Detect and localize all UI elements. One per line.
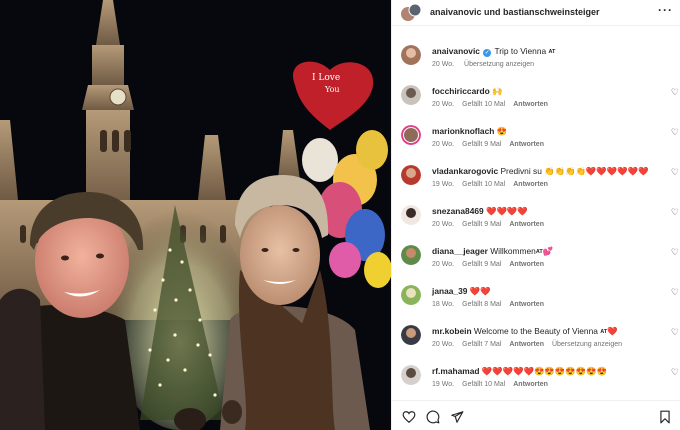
like-count[interactable]: Gefällt 7 Mal bbox=[462, 341, 501, 348]
svg-text:You: You bbox=[324, 85, 340, 94]
comment-text: 😍 bbox=[496, 126, 508, 136]
like-count[interactable]: Gefällt 10 Mal bbox=[462, 381, 505, 388]
comment-time: 20 Wo. bbox=[432, 341, 455, 348]
comment-list[interactable]: anaivanovic ✓ Trip to Vienna AT 20 Wo. Ü… bbox=[392, 32, 680, 392]
heart-icon[interactable]: ♡ bbox=[671, 367, 679, 378]
comment-text: 🙌 bbox=[492, 86, 503, 96]
svg-text:I Love: I Love bbox=[312, 73, 340, 83]
comment-row: janaa_39 ❤️❤️ 18 Wo. Gefällt 8 Mal Antwort… bbox=[392, 278, 680, 318]
heart-icon[interactable]: ♡ bbox=[671, 87, 679, 98]
comment-text-suffix: 💕 bbox=[542, 246, 554, 256]
comment-text: Welcome to the Beauty of Vienna bbox=[473, 326, 598, 336]
comment-text: ❤️❤️ bbox=[469, 286, 491, 296]
country-tag: AT bbox=[535, 249, 543, 255]
action-bar bbox=[392, 400, 680, 430]
avatar[interactable] bbox=[401, 245, 421, 265]
username[interactable]: vladankarogovic bbox=[432, 166, 498, 176]
avatar[interactable] bbox=[401, 165, 421, 185]
like-count[interactable]: Gefällt 8 Mal bbox=[462, 301, 501, 308]
comment-meta: 20 Wo. Übersetzung anzeigen bbox=[432, 61, 542, 68]
username[interactable]: focchiriccardo bbox=[432, 86, 490, 96]
share-icon[interactable] bbox=[450, 410, 464, 424]
heart-icon[interactable]: ♡ bbox=[671, 127, 679, 138]
comment-row: diana__jeager WillkommenAT💕 20 Wo. Gefäll… bbox=[392, 238, 680, 278]
comment-text: Willkommen bbox=[490, 246, 536, 256]
heart-icon[interactable]: ♡ bbox=[671, 327, 679, 338]
caption-text: anaivanovic ✓ Trip to Vienna AT bbox=[432, 46, 555, 57]
reply-button[interactable]: Antworten bbox=[513, 381, 548, 388]
comment-text: Predivni su 👏👏👏👏❤️❤️❤️❤️❤️❤️ bbox=[500, 166, 649, 176]
comment-time: 20 Wo. bbox=[432, 101, 455, 108]
heart-icon[interactable]: ♡ bbox=[671, 247, 679, 258]
post-header: anaivanovic und bastianschweinsteiger ··… bbox=[392, 0, 680, 26]
comment-time: 20 Wo. bbox=[432, 261, 455, 268]
avatar[interactable] bbox=[401, 45, 421, 65]
avatar[interactable] bbox=[401, 125, 421, 145]
username[interactable]: diana__jeager bbox=[432, 246, 488, 256]
username[interactable]: janaa_39 bbox=[432, 286, 467, 296]
username[interactable]: rf.mahamad bbox=[432, 366, 479, 376]
translate-link[interactable]: Übersetzung anzeigen bbox=[464, 61, 534, 68]
heart-icon[interactable]: ♡ bbox=[671, 167, 679, 178]
comment-text: ❤️❤️❤️❤️❤️😍😍😍😍😍😍😍 bbox=[481, 366, 607, 376]
post-image: I Love You bbox=[0, 0, 391, 430]
username[interactable]: anaivanovic bbox=[432, 46, 480, 56]
comment-row: mr.kobein Welcome to the Beauty of Vienn… bbox=[392, 318, 680, 358]
heart-icon[interactable]: ♡ bbox=[671, 287, 679, 298]
username[interactable]: marionknoflach bbox=[432, 126, 494, 136]
reply-button[interactable]: Antworten bbox=[513, 101, 548, 108]
caption-body: Trip to Vienna bbox=[494, 46, 547, 56]
like-count[interactable]: Gefällt 9 Mal bbox=[462, 261, 501, 268]
reply-button[interactable]: Antworten bbox=[509, 261, 544, 268]
comment-row: focchiriccardo 🙌 20 Wo. Gefällt 10 Mal Ant… bbox=[392, 78, 680, 118]
more-horizontal-icon[interactable]: ··· bbox=[658, 3, 673, 17]
comment-time: 19 Wo. bbox=[432, 181, 455, 188]
heart-icon[interactable]: ♡ bbox=[671, 207, 679, 218]
comment-time: 18 Wo. bbox=[432, 301, 455, 308]
like-count[interactable]: Gefällt 10 Mal bbox=[462, 181, 505, 188]
like-count[interactable]: Gefällt 9 Mal bbox=[462, 221, 501, 228]
like-count[interactable]: Gefällt 10 Mal bbox=[462, 101, 505, 108]
comment-time: 20 Wo. bbox=[432, 221, 455, 228]
caption-row: anaivanovic ✓ Trip to Vienna AT 20 Wo. Ü… bbox=[392, 38, 680, 78]
reply-button[interactable]: Antworten bbox=[509, 221, 544, 228]
post-photo[interactable]: I Love You bbox=[0, 0, 391, 430]
avatar[interactable] bbox=[401, 85, 421, 105]
reply-button[interactable]: Antworten bbox=[509, 341, 544, 348]
reply-button[interactable]: Antworten bbox=[513, 181, 548, 188]
comment-row: snezana8469 ❤️❤️❤️❤️ 20 Wo. Gefällt 9 Mal… bbox=[392, 198, 680, 238]
comment-text: ❤️❤️❤️❤️ bbox=[486, 206, 528, 216]
username[interactable]: snezana8469 bbox=[432, 206, 484, 216]
comment-text-suffix: ❤️ bbox=[607, 326, 618, 336]
comment-row: rf.mahamad ❤️❤️❤️❤️❤️😍😍😍😍😍😍😍 19 Wo. Gefäl… bbox=[392, 358, 680, 392]
comment-row: vladankarogovic Predivni su 👏👏👏👏❤️❤️❤️❤️… bbox=[392, 158, 680, 198]
username[interactable]: mr.kobein bbox=[432, 326, 472, 336]
collab-avatar[interactable] bbox=[401, 3, 421, 23]
comment-row: marionknoflach 😍 20 Wo. Gefällt 9 Mal Antw… bbox=[392, 118, 680, 158]
avatar[interactable] bbox=[401, 325, 421, 345]
comment-time: 20 Wo. bbox=[432, 61, 455, 68]
reply-button[interactable]: Antworten bbox=[509, 301, 544, 308]
heart-icon[interactable] bbox=[402, 410, 416, 424]
bookmark-icon[interactable] bbox=[658, 410, 672, 424]
comments-panel: anaivanovic und bastianschweinsteiger ··… bbox=[391, 0, 680, 430]
verified-badge-icon: ✓ bbox=[483, 49, 492, 57]
country-tag: AT bbox=[548, 49, 556, 55]
comment-time: 19 Wo. bbox=[432, 381, 455, 388]
translate-link[interactable]: Übersetzung anzeigen bbox=[552, 341, 622, 348]
avatar[interactable] bbox=[401, 365, 421, 385]
avatar[interactable] bbox=[401, 285, 421, 305]
avatar[interactable] bbox=[401, 205, 421, 225]
post-author-names[interactable]: anaivanovic und bastianschweinsteiger bbox=[430, 7, 600, 17]
comment-icon[interactable] bbox=[426, 410, 440, 424]
like-count[interactable]: Gefällt 9 Mal bbox=[462, 141, 501, 148]
comment-time: 20 Wo. bbox=[432, 141, 455, 148]
reply-button[interactable]: Antworten bbox=[509, 141, 544, 148]
